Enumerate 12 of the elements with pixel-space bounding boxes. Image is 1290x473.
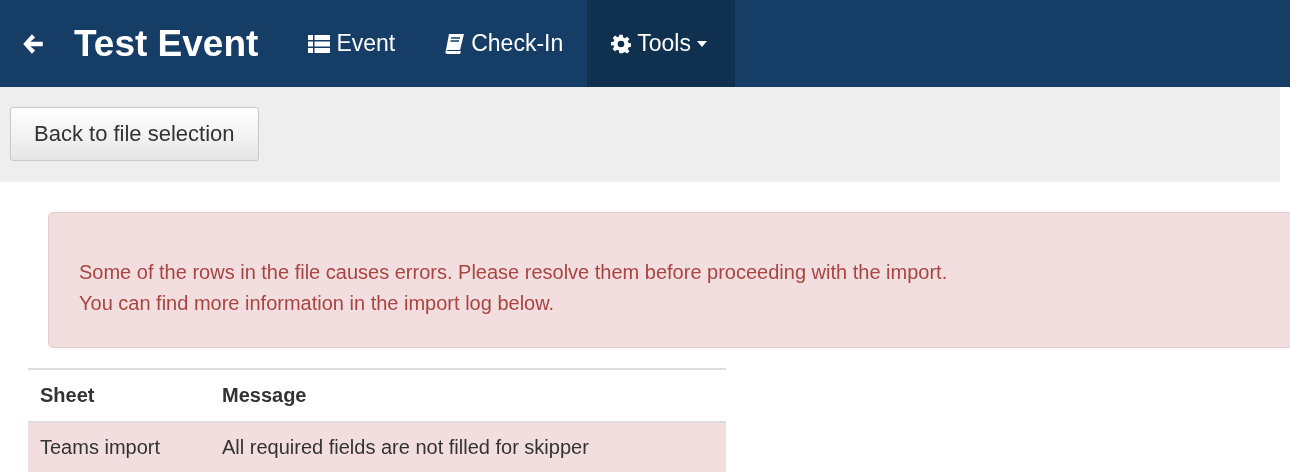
event-title: Test Event (74, 22, 259, 65)
table-cell: All required fields are not filled for skipper (210, 422, 726, 472)
list-icon (308, 34, 331, 53)
nav-item[interactable]: Tools (587, 0, 735, 87)
gear-icon (611, 33, 632, 54)
alert-text: Some of the rows in the file causes errors. Please resolve them before proceeding with the import. (79, 260, 949, 285)
alert-text: You can find more information in the import log below. (79, 291, 556, 316)
book-icon (443, 32, 466, 55)
nav-item[interactable]: Check-In (419, 0, 588, 87)
nav-item[interactable]: Event (284, 0, 420, 87)
table-cell: Teams import (28, 422, 210, 472)
back-button[interactable]: Back to file selection (10, 107, 259, 161)
